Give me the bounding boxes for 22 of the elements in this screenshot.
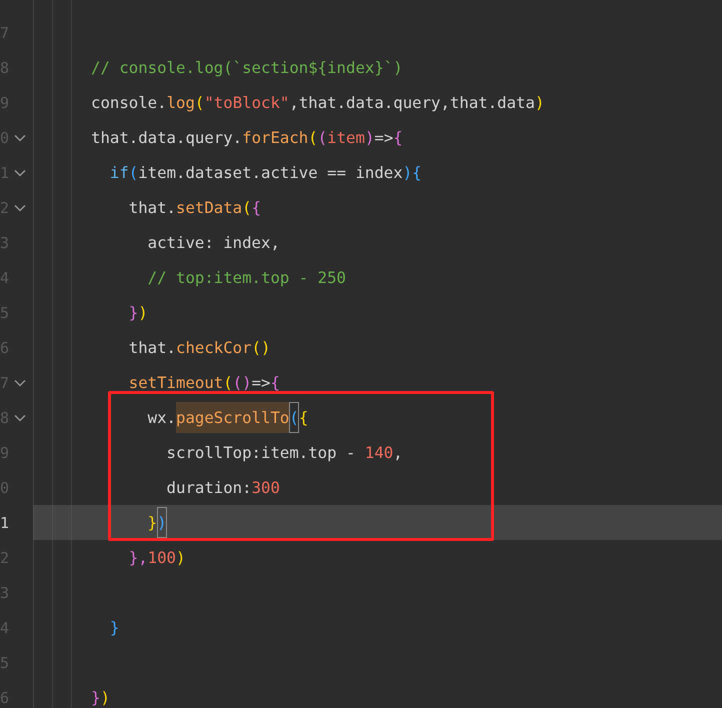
- code-line: active: index,: [146, 232, 280, 254]
- code-line: that.data.query.forEach((item)=>{: [91, 127, 403, 149]
- code-line: console.log("toBlock",that.data.query,that.data): [91, 92, 544, 114]
- code-line: scrollTop:item.top - 140,: [166, 442, 403, 464]
- chevron-down-icon[interactable]: [14, 414, 26, 422]
- code-line: duration:300: [166, 477, 280, 499]
- code-line: that.checkCor(): [128, 337, 270, 359]
- code-line: }): [128, 302, 148, 324]
- chevron-down-icon[interactable]: [14, 204, 26, 212]
- code-comment: // console.log(`section${index}`): [91, 57, 403, 79]
- chevron-down-icon[interactable]: [14, 168, 26, 176]
- line-number: 1: [0, 514, 10, 532]
- chevron-down-icon[interactable]: [14, 134, 26, 142]
- code-line: }: [108, 617, 120, 639]
- code-line: },100): [128, 547, 186, 569]
- code-line: that.setData({: [128, 197, 262, 219]
- code-line: if(item.dataset.active == index){: [108, 162, 422, 184]
- code-line: }): [91, 687, 110, 708]
- code-line: }): [91, 507, 167, 538]
- code-comment: // top:item.top - 250: [146, 267, 346, 289]
- chevron-down-icon[interactable]: [14, 378, 26, 386]
- code-line: setTimeout(()=>{: [128, 372, 280, 394]
